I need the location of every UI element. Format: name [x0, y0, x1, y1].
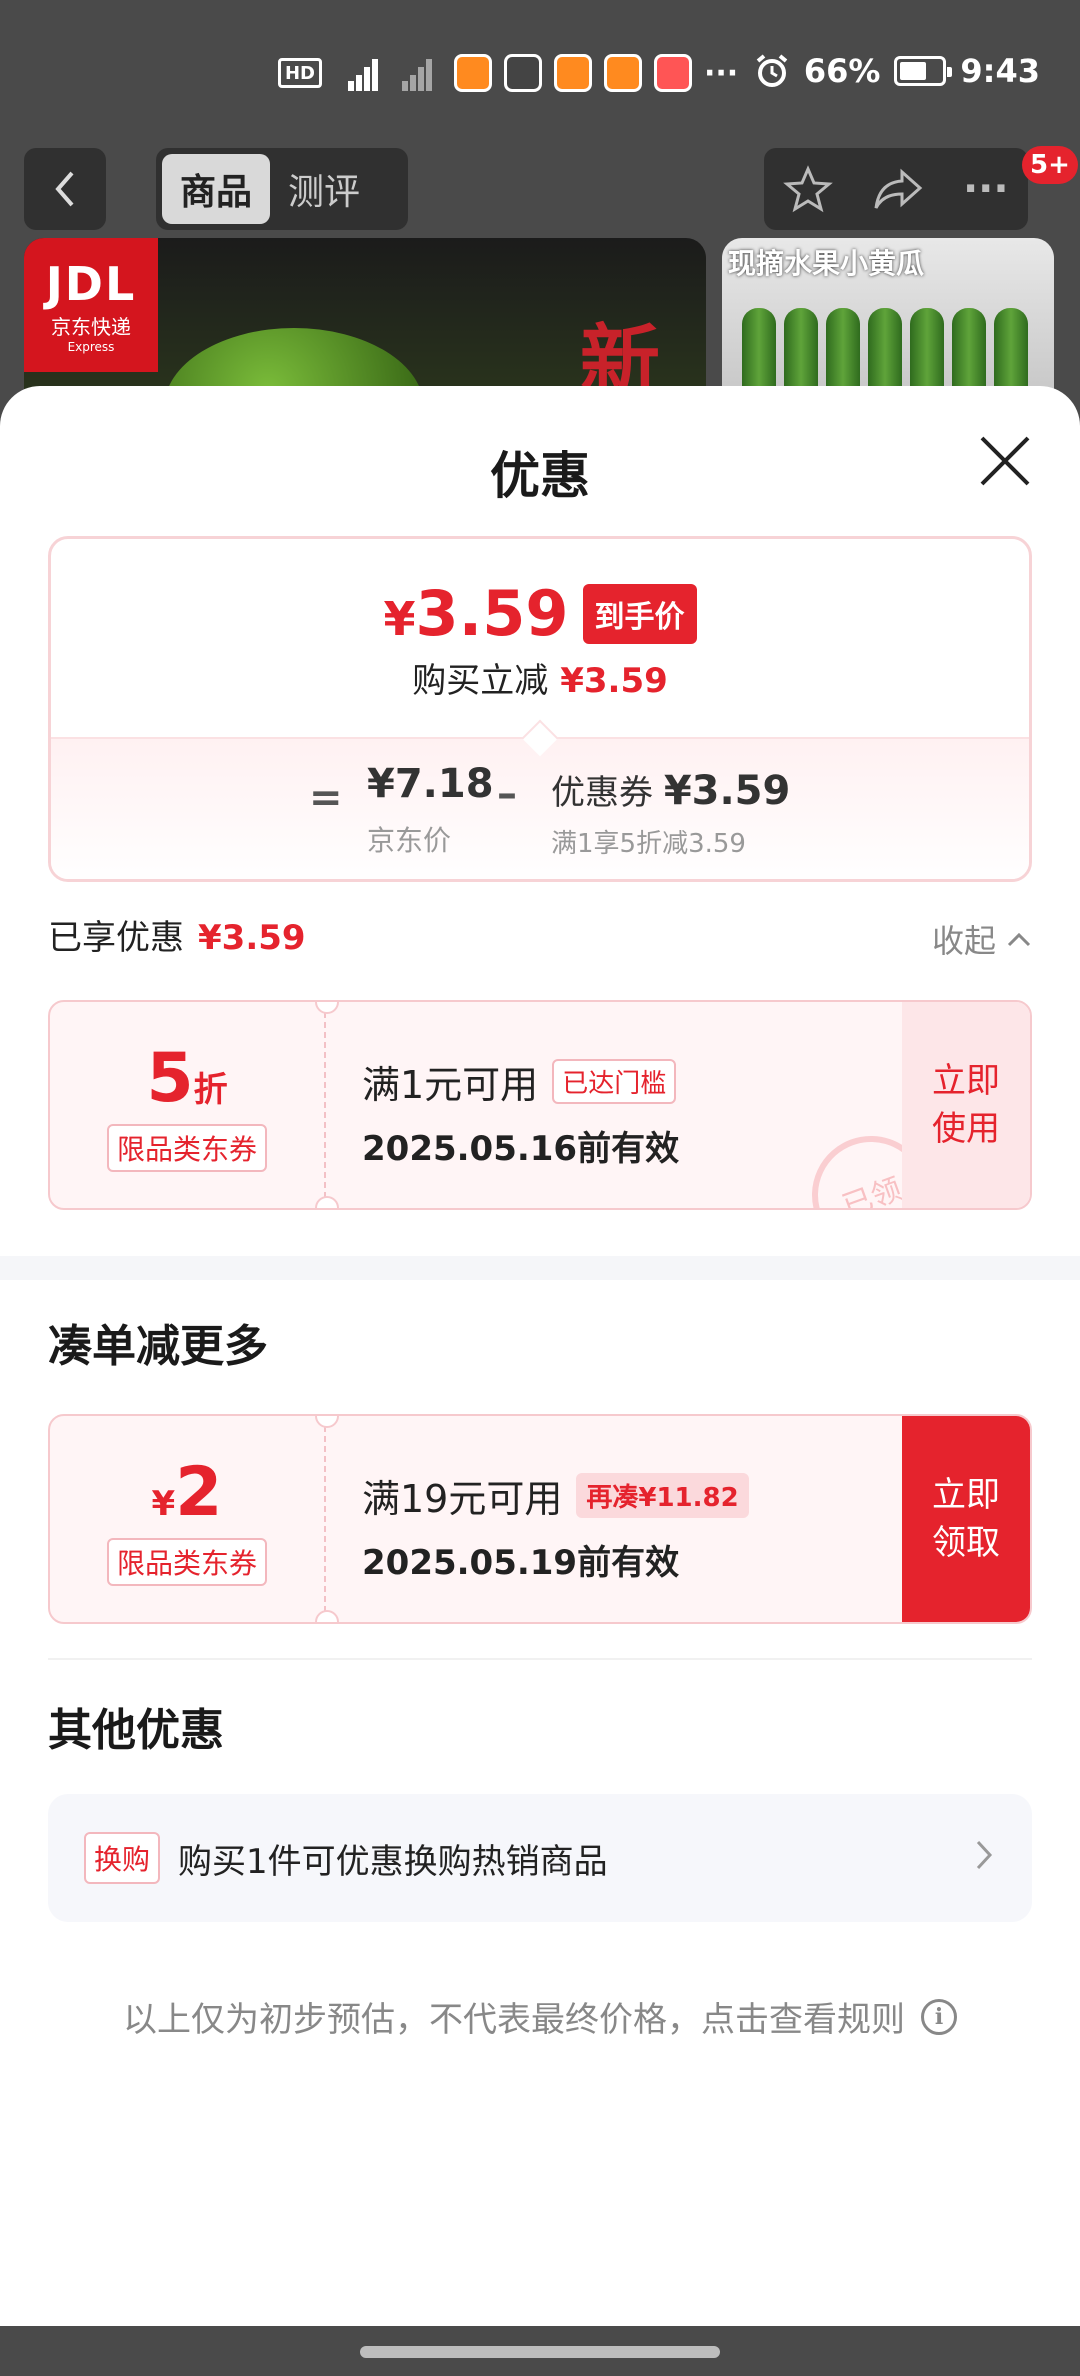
- app-notification-icon: [554, 54, 592, 92]
- coupon-divider: [315, 1416, 339, 1622]
- jd-price: ¥7.18: [367, 761, 494, 807]
- minus-sign: –: [497, 771, 517, 817]
- tab-review[interactable]: 测评: [270, 154, 378, 224]
- trade-in-offer[interactable]: 换购 购买1件可优惠换购热销商品: [48, 1794, 1032, 1922]
- equals-sign: =: [309, 775, 343, 821]
- clock: 9:43: [960, 52, 1040, 90]
- star-icon[interactable]: [783, 164, 834, 214]
- home-gesture-bar[interactable]: [360, 2346, 720, 2358]
- coupon-deduction: 优惠券 ¥3.59: [551, 768, 791, 814]
- coupon-info: 满19元可用 再凑¥11.82 2025.05.19前有效: [362, 1468, 749, 1584]
- signal-icon: [394, 55, 442, 91]
- coupon-info: 满1元可用 已达门槛 2025.05.16前有效: [362, 1054, 679, 1170]
- coupon-condition: 满1元可用: [362, 1063, 539, 1107]
- coupon-card-used: 5折 限品类东券 满1元可用 已达门槛 2025.05.16前有效 已领 立即 …: [48, 1000, 1032, 1210]
- coupon-expiry: 2025.05.19前有效: [362, 1543, 680, 1583]
- product-image-caption: 现摘水果小黄瓜: [728, 247, 925, 280]
- reduce-row: 购买立减 ¥3.59: [412, 661, 668, 701]
- coupon-divider: [315, 1002, 339, 1208]
- battery-percent: 66%: [803, 52, 881, 90]
- coupon-condition: 满19元可用: [362, 1477, 563, 1521]
- coupon-value-area: ¥2 限品类东券: [50, 1416, 324, 1622]
- coupon-value: 5折: [146, 1038, 228, 1118]
- coupon-category: 限品类东券: [106, 1537, 267, 1586]
- remaining-amount-tag: 再凑¥11.82: [576, 1473, 749, 1518]
- app-notification-icon: [454, 54, 492, 92]
- chevron-up-icon: [1007, 932, 1031, 947]
- final-price-tag: 到手价: [582, 583, 697, 644]
- close-icon[interactable]: [978, 434, 1032, 488]
- threshold-reached-tag: 已达门槛: [552, 1059, 677, 1104]
- app-notification-icon: [604, 54, 642, 92]
- alarm-icon: [756, 54, 788, 87]
- chevron-left-icon: [55, 171, 74, 207]
- section-title-more: 凑单减更多: [48, 1321, 268, 1372]
- more-icon[interactable]: ···: [963, 166, 1009, 212]
- coupon-card-claim: ¥2 限品类东券 满19元可用 再凑¥11.82 2025.05.19前有效 立…: [48, 1414, 1032, 1624]
- claim-now-button[interactable]: 立即 领取: [902, 1416, 1030, 1622]
- back-button[interactable]: [24, 148, 106, 230]
- hd-icon: HD: [278, 58, 322, 88]
- tab-product[interactable]: 商品: [162, 154, 271, 224]
- use-now-button[interactable]: 立即 使用: [902, 1002, 1030, 1208]
- battery-fill: [900, 62, 927, 80]
- coupon-deduction-desc: 满1享5折减3.59: [551, 829, 746, 859]
- collapse-button[interactable]: 收起: [932, 916, 1032, 962]
- top-actions: ···: [764, 148, 1028, 230]
- final-price: ¥3.59: [383, 577, 569, 650]
- cart-badge: 5+: [1022, 146, 1078, 184]
- share-icon[interactable]: [872, 164, 924, 214]
- section-separator: [0, 1256, 1080, 1280]
- app-notification-icon: [654, 54, 692, 92]
- price-summary-card: ¥3.59 到手价 购买立减 ¥3.59 = ¥7.18 京东价 – 优惠券 ¥3…: [48, 536, 1032, 882]
- discount-sheet: 优惠 ¥3.59 到手价 购买立减 ¥3.59 = ¥7.18 京东价 – 优惠券…: [0, 386, 1080, 2326]
- page-tabs: 商品 测评: [156, 148, 408, 230]
- status-bar: HD ··· 66% 9:43: [0, 0, 1080, 140]
- signal-5g-icon: [334, 55, 382, 91]
- coupon-expiry: 2025.05.16前有效: [362, 1129, 680, 1169]
- final-price-row: ¥3.59 到手价: [51, 577, 1029, 650]
- divider-line: [48, 1658, 1032, 1660]
- status-right: 66% 9:43: [754, 52, 1040, 90]
- coupon-category: 限品类东券: [106, 1123, 267, 1172]
- jd-price-label: 京东价: [367, 824, 452, 857]
- enjoyed-discount: 已享优惠 ¥3.59: [48, 918, 306, 958]
- coupon-value: ¥2: [151, 1452, 223, 1532]
- trade-in-text: 购买1件可优惠换购热销商品: [178, 1841, 608, 1882]
- system-nav-bar: [0, 2326, 1080, 2376]
- sheet-title: 优惠: [490, 447, 590, 505]
- rules-disclaimer[interactable]: 以上仅为初步预估，不代表最终价格，点击查看规则 i: [0, 1992, 1080, 2041]
- price-calculation: = ¥7.18 京东价 – 优惠券 ¥3.59 满1享5折减3.59: [51, 719, 1029, 879]
- more-notifications-icon: ···: [704, 55, 739, 91]
- status-icons: HD ···: [278, 54, 738, 92]
- info-icon: i: [921, 1998, 957, 2035]
- jdl-logo: JDL 京东快递 Express: [24, 238, 158, 372]
- coupon-value-area: 5折 限品类东券: [50, 1002, 324, 1208]
- battery-icon: [894, 56, 953, 86]
- section-title-other: 其他优惠: [48, 1705, 224, 1756]
- chevron-right-icon: [976, 1840, 993, 1870]
- trade-in-tag: 换购: [84, 1832, 161, 1884]
- shopping-app-icon: [504, 54, 542, 92]
- pointer-notch: [521, 719, 559, 757]
